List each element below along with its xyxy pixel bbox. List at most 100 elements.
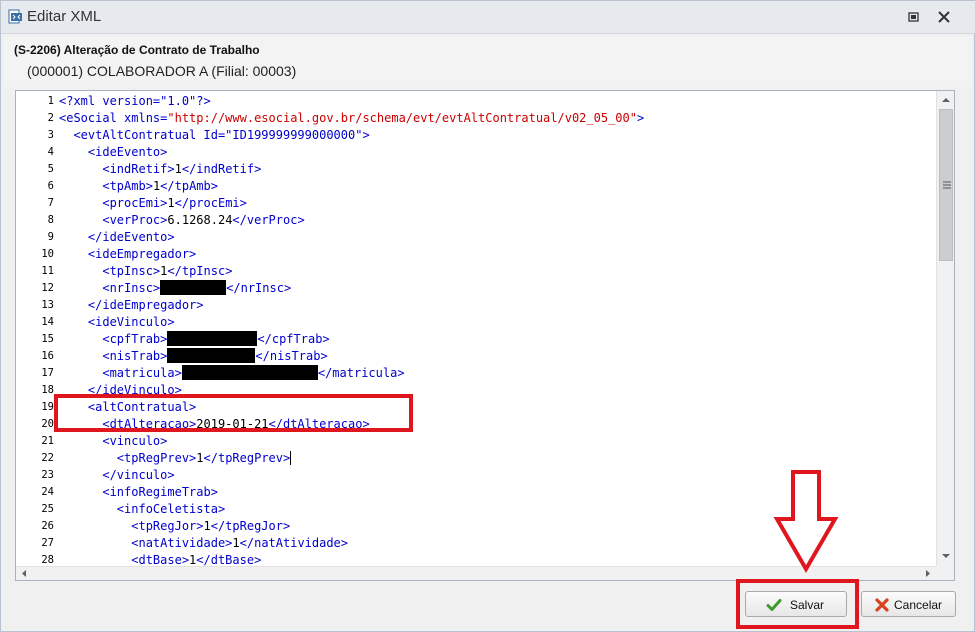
xml-tag: <nisTrab> <box>102 349 168 363</box>
cancel-button[interactable]: Cancelar <box>861 591 956 617</box>
xml-tag: <cpfTrab> <box>102 332 168 346</box>
line-number: 8 <box>47 214 54 226</box>
xml-tag: <tpRegPrev> <box>116 451 197 465</box>
xml-text: 1 <box>196 451 204 465</box>
xml-tag: </tpAmb> <box>160 179 218 193</box>
window-title: Editar XML <box>27 8 102 25</box>
text-cursor <box>290 451 292 465</box>
line-number: 6 <box>47 180 54 192</box>
xml-tag: <ideEmpregador> <box>87 247 197 261</box>
code-line[interactable]: <nrInsc> </nrInsc> <box>59 280 936 297</box>
xml-text <box>59 332 102 346</box>
code-line[interactable]: <matricula> </matricula> <box>59 365 936 382</box>
vertical-scrollbar[interactable] <box>936 91 954 566</box>
xml-tag: <infoCeletista> <box>116 502 226 516</box>
line-number: 12 <box>41 282 54 294</box>
line-number-gutter: 1 2 3 4 5 6 7 8 9 10 11 12 13 14 15 16 17 18 19 20 21 22 23 24 2… <box>16 91 56 566</box>
line-number: 22 <box>41 452 54 464</box>
xml-tag: <natAtividade> <box>131 536 233 550</box>
line-number: 25 <box>41 503 54 515</box>
xml-tag: <evtAltContratual Id= <box>73 128 226 142</box>
save-button-label: Salvar <box>790 598 825 612</box>
xml-text <box>59 162 102 176</box>
xml-tag: <tpInsc> <box>102 264 161 278</box>
code-line[interactable]: <ideEmpregador> <box>59 246 936 263</box>
xml-text <box>59 247 88 261</box>
line-number: 18 <box>41 384 54 396</box>
code-line[interactable]: <ideEvento> <box>59 144 936 161</box>
line-number: 26 <box>41 520 54 532</box>
code-line[interactable]: </ideEmpregador> <box>59 297 936 314</box>
line-number: 16 <box>41 350 54 362</box>
xml-tag: <ideEvento> <box>87 145 168 159</box>
code-line[interactable]: <procEmi>1</procEmi> <box>59 195 936 212</box>
code-line[interactable]: <nisTrab> </nisTrab> <box>59 348 936 365</box>
code-line[interactable]: <ideVinculo> <box>59 314 936 331</box>
xml-tag: ?> <box>196 94 211 108</box>
xml-text <box>59 434 102 448</box>
xml-tag: </vinculo> <box>102 468 175 482</box>
xml-tag: </ideEvento> <box>87 230 175 244</box>
code-line[interactable]: </ideEvento> <box>59 229 936 246</box>
xml-tag: </procEmi> <box>174 196 247 210</box>
xml-text: 1 <box>232 536 240 550</box>
code-line[interactable]: <evtAltContratual Id="ID199999999000000"… <box>59 127 936 144</box>
title-bar[interactable]: Editar XML <box>1 1 975 34</box>
line-number: 23 <box>41 469 54 481</box>
line-number: 3 <box>47 129 54 141</box>
code-line[interactable]: <tpInsc>1</tpInsc> <box>59 263 936 280</box>
redacted-value <box>167 348 256 363</box>
scroll-down-icon[interactable] <box>938 548 954 564</box>
line-number: 15 <box>41 333 54 345</box>
line-number: 9 <box>47 231 54 243</box>
scroll-right-icon[interactable] <box>921 567 935 580</box>
xml-text <box>59 366 102 380</box>
xml-tag: </verProc> <box>232 213 305 227</box>
code-line[interactable]: <?xml version="1.0"?> <box>59 93 936 110</box>
event-title: (S-2206) Alteração de Contrato de Trabal… <box>14 43 260 57</box>
restore-icon[interactable] <box>907 10 921 24</box>
xml-text <box>59 264 102 278</box>
code-line[interactable]: <vinculo> <box>59 433 936 450</box>
xml-file-icon <box>8 9 22 24</box>
xml-tag: <indRetif> <box>102 162 175 176</box>
xml-tag: </natAtividade> <box>239 536 349 550</box>
xml-attr-value: "http://www.esocial.gov.br/schema/evt/ev… <box>167 111 637 125</box>
xml-tag: </ideEmpregador> <box>87 298 204 312</box>
down-arrow-annotation-icon <box>773 470 839 573</box>
xml-tag: </tpRegJor> <box>210 519 291 533</box>
code-line[interactable]: <verProc>6.1268.24</verProc> <box>59 212 936 229</box>
line-number: 4 <box>47 146 54 158</box>
xml-tag: <ideVinculo> <box>87 315 175 329</box>
code-line[interactable]: <tpAmb>1</tpAmb> <box>59 178 936 195</box>
xml-text <box>59 502 117 516</box>
xml-tag: "ID199999999000000" <box>225 128 363 142</box>
scroll-up-icon[interactable] <box>938 92 954 108</box>
xml-tag: <tpAmb> <box>102 179 153 193</box>
xml-tag: </dtBase> <box>196 553 262 566</box>
xml-tag: </tpRegPrev> <box>203 451 291 465</box>
vertical-scroll-thumb[interactable] <box>939 109 953 261</box>
line-number: 10 <box>41 248 54 260</box>
cancel-button-label: Cancelar <box>894 598 943 612</box>
xml-tag: <matricula> <box>102 366 182 380</box>
xml-tag: </tpInsc> <box>167 264 233 278</box>
xml-tag: <infoRegimeTrab> <box>102 485 218 499</box>
code-line[interactable]: <cpfTrab> </cpfTrab> <box>59 331 936 348</box>
code-line[interactable]: <eSocial xmlns="http://www.esocial.gov.b… <box>59 110 936 127</box>
xml-text: 1 <box>167 196 175 210</box>
code-line[interactable]: <indRetif>1</indRetif> <box>59 161 936 178</box>
xml-text <box>59 553 131 566</box>
xml-text <box>59 179 102 193</box>
save-button[interactable]: Salvar <box>745 591 847 617</box>
xml-tag: </cpfTrab> <box>257 332 330 346</box>
scroll-left-icon[interactable] <box>17 567 31 580</box>
xml-text <box>59 349 102 363</box>
close-icon[interactable] <box>936 9 952 25</box>
code-line[interactable]: <tpRegPrev>1</tpRegPrev> <box>59 450 936 467</box>
xml-text <box>59 298 88 312</box>
xml-tag: <dtBase> <box>131 553 190 566</box>
line-number: 1 <box>47 95 54 107</box>
redacted-value <box>181 365 318 380</box>
xml-tag: > <box>636 111 645 125</box>
